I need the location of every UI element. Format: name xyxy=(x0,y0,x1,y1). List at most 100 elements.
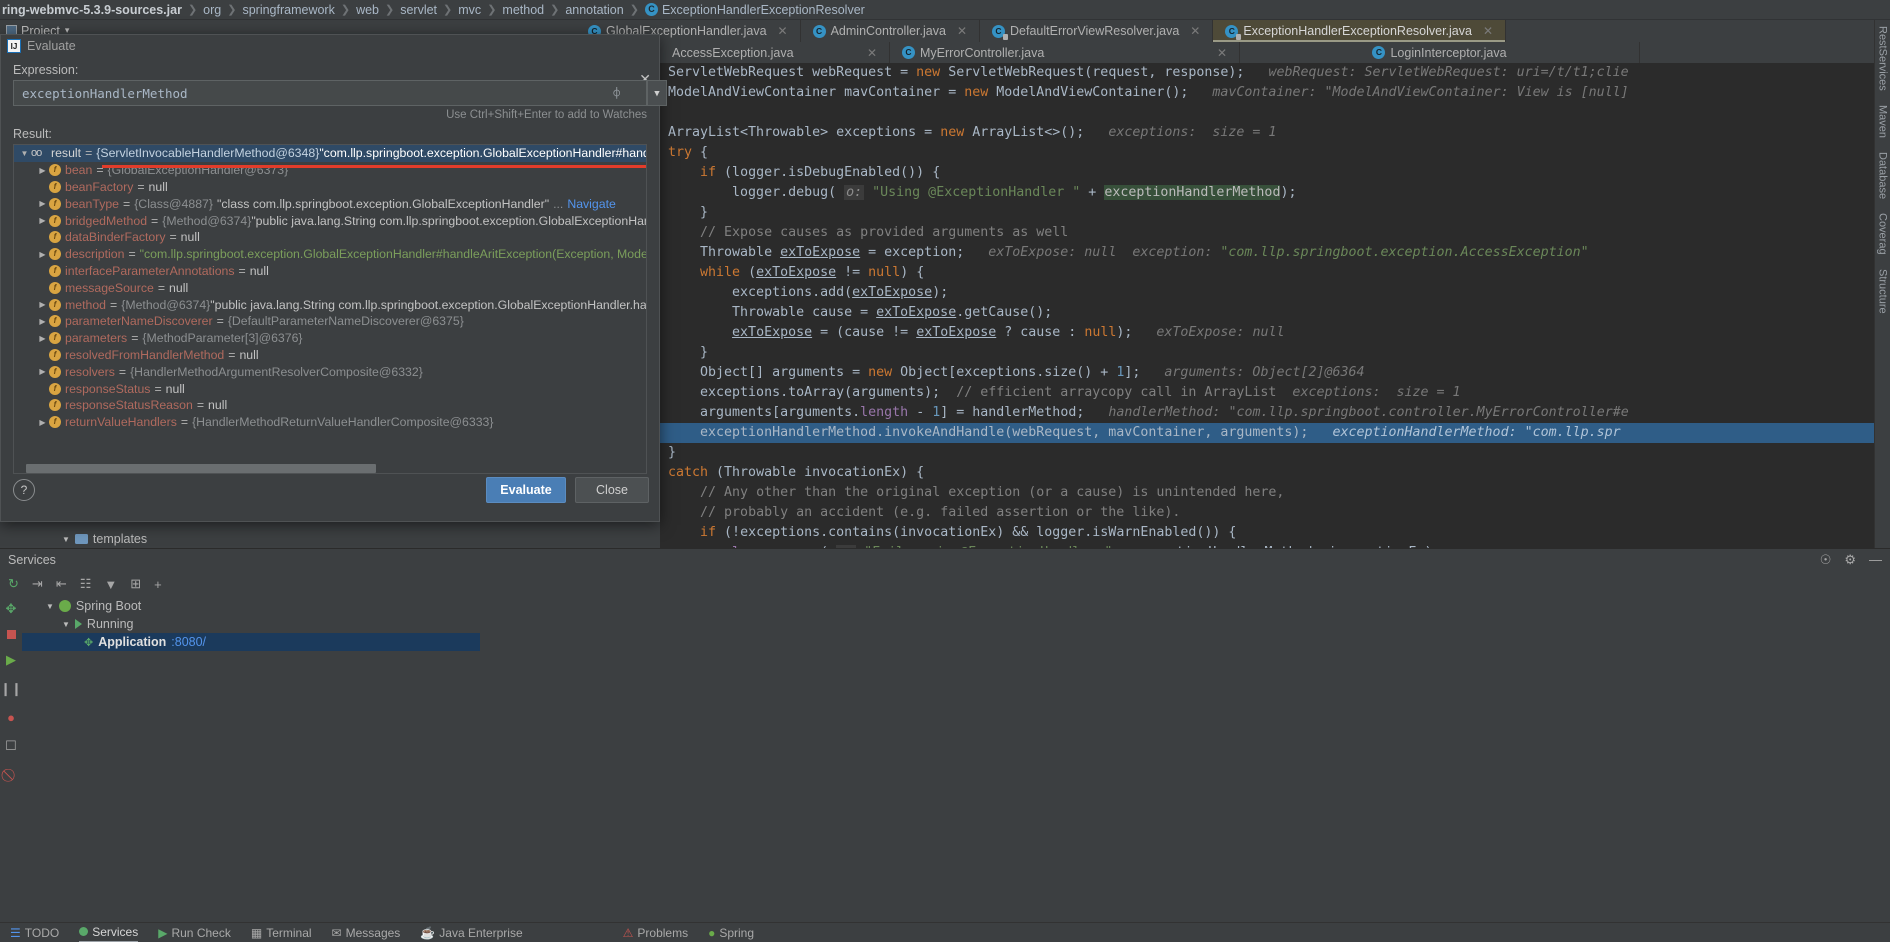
status-item-messages[interactable]: ✉ Messages xyxy=(332,926,401,940)
tab-default-error-view-resolver[interactable]: C DefaultErrorViewResolver.java ✕ xyxy=(980,20,1214,42)
expand-arrow-icon[interactable] xyxy=(36,250,49,259)
breadcrumb-item-servlet[interactable]: servlet xyxy=(400,3,437,17)
breadcrumb-item-web[interactable]: web xyxy=(356,3,379,17)
field-icon: f xyxy=(49,231,61,244)
expand-arrow-icon[interactable] xyxy=(36,166,49,175)
tab-exception-handler-exception-resolver[interactable]: C ExceptionHandlerExceptionResolver.java… xyxy=(1213,20,1507,42)
result-row-method[interactable]: f method = {Method@6374} "public java.la… xyxy=(14,296,646,313)
close-icon[interactable]: ✕ xyxy=(1190,24,1200,38)
result-row-responsestatusreason[interactable]: f responseStatusReason = null xyxy=(14,397,646,414)
rail-item-database[interactable]: Database xyxy=(1877,152,1889,199)
hide-icon[interactable]: — xyxy=(1869,552,1882,568)
expand-arrow-icon[interactable] xyxy=(36,300,49,309)
status-item-services[interactable]: Services xyxy=(79,923,139,942)
tab-admin-controller[interactable]: C AdminController.java ✕ xyxy=(801,20,980,42)
gear-icon[interactable]: ⚙ xyxy=(1844,552,1856,568)
camera-icon[interactable]: ☐ xyxy=(5,738,17,754)
expand-arrow-icon[interactable] xyxy=(18,149,31,158)
result-tree[interactable]: oo result = {ServletInvocableHandlerMeth… xyxy=(13,144,647,474)
collapse-all-icon[interactable]: ⇤ xyxy=(56,576,67,592)
expand-arrow-icon[interactable] xyxy=(36,418,49,427)
tab-my-error-controller[interactable]: C MyErrorController.java ✕ xyxy=(890,42,1240,63)
result-row-resolvedfromhandlermethod[interactable]: f resolvedFromHandlerMethod = null xyxy=(14,347,646,364)
breadcrumb-item-class[interactable]: ExceptionHandlerExceptionResolver xyxy=(662,3,865,17)
variable-name: result xyxy=(51,146,82,161)
expand-arrow-icon[interactable] xyxy=(36,367,49,376)
debug-icon[interactable]: ✥ xyxy=(6,601,17,617)
status-item-run-check[interactable]: ▶ Run Check xyxy=(158,926,231,940)
status-item-java-enterprise[interactable]: ☕ Java Enterprise xyxy=(420,926,522,940)
services-node-spring-boot[interactable]: ▼ Spring Boot xyxy=(22,597,480,615)
status-item-problems[interactable]: ⚠ Problems xyxy=(623,926,688,940)
result-row-bridgedmethod[interactable]: f bridgedMethod = {Method@6374} "public … xyxy=(14,212,646,229)
result-row-returnvaluehandlers[interactable]: f returnValueHandlers = {HandlerMethodRe… xyxy=(14,414,646,431)
close-icon[interactable]: ✕ xyxy=(1217,46,1227,60)
result-row-databinderfactory[interactable]: f dataBinderFactory = null xyxy=(14,229,646,246)
tree-node-templates[interactable]: ▼ templates xyxy=(0,530,660,548)
expand-icon[interactable]: ⌽ xyxy=(613,87,620,100)
filter-icon[interactable]: ▼ xyxy=(104,577,117,592)
result-row-resolvers[interactable]: f resolvers = {HandlerMethodArgumentReso… xyxy=(14,363,646,380)
expand-arrow-icon[interactable]: ▼ xyxy=(46,602,54,611)
services-icon xyxy=(79,927,89,936)
group-icon[interactable]: ☷ xyxy=(80,576,92,592)
expand-arrow-icon[interactable] xyxy=(36,216,49,225)
close-icon[interactable]: ✕ xyxy=(1483,24,1493,38)
expression-input[interactable]: exceptionHandlerMethod ⌽ ▼ xyxy=(13,80,667,106)
field-icon: f xyxy=(49,180,61,193)
rail-item-maven[interactable]: Maven xyxy=(1877,105,1889,138)
application-url-link[interactable]: :8080/ xyxy=(171,635,206,649)
expand-arrow-icon[interactable]: ▼ xyxy=(62,620,70,629)
result-row-interfaceparameterannotations[interactable]: f interfaceParameterAnnotations = null xyxy=(14,263,646,280)
services-header-icons: ☉ ⚙ — xyxy=(1820,552,1882,568)
close-icon[interactable]: ✕ xyxy=(957,24,967,38)
help-button[interactable]: ? xyxy=(13,479,35,501)
close-icon[interactable]: ✕ xyxy=(867,46,877,60)
status-item-todo[interactable]: ☰ TODO xyxy=(10,926,59,940)
result-row-messagesource[interactable]: f messageSource = null xyxy=(14,279,646,296)
rail-item-coverage[interactable]: Coverag xyxy=(1877,213,1889,255)
breadcrumb-item-method[interactable]: method xyxy=(502,3,544,17)
result-row-beantype[interactable]: f beanType = {Class@4887} "class com.llp… xyxy=(14,195,646,212)
breadcrumb-item-springframework[interactable]: springframework xyxy=(242,3,334,17)
stop-icon[interactable] xyxy=(6,630,16,639)
breadcrumb-item-annotation[interactable]: annotation xyxy=(565,3,623,17)
expand-arrow-icon[interactable] xyxy=(36,334,49,343)
result-row-responsestatus[interactable]: f responseStatus = null xyxy=(14,380,646,397)
breadcrumb-item-mvc[interactable]: mvc xyxy=(458,3,481,17)
tab-login-interceptor[interactable]: C LoginInterceptor.java xyxy=(1240,42,1640,63)
breadcrumb-item-jar[interactable]: ring-webmvc-5.3.9-sources.jar xyxy=(2,3,182,17)
breadcrumb-item-org[interactable]: org xyxy=(203,3,221,17)
expand-arrow-icon[interactable] xyxy=(36,199,49,208)
result-row-result[interactable]: oo result = {ServletInvocableHandlerMeth… xyxy=(14,145,646,162)
status-item-spring[interactable]: ● Spring xyxy=(708,926,754,940)
record-icon[interactable]: ● xyxy=(7,710,15,725)
variable-value: "class com.llp.springboot.exception.Glob… xyxy=(217,196,550,211)
resume-icon[interactable]: ▶ xyxy=(6,652,16,668)
expand-all-icon[interactable]: ⇥ xyxy=(32,576,43,592)
rail-item-structure[interactable]: Structure xyxy=(1877,269,1889,314)
result-row-description[interactable]: f description = "com.llp.springboot.exce… xyxy=(14,246,646,263)
navigate-link[interactable]: Navigate xyxy=(567,197,616,211)
code-editor[interactable]: ServletWebRequest webRequest = new Servl… xyxy=(660,63,1890,550)
services-node-application[interactable]: ✥ Application :8080/ xyxy=(22,633,480,651)
services-node-running[interactable]: ▼ Running xyxy=(22,615,480,633)
result-row-parameters[interactable]: f parameters = {MethodParameter[3]@6376} xyxy=(14,330,646,347)
close-button[interactable]: Close xyxy=(575,477,649,503)
result-row-parameternamediscoverer[interactable]: f parameterNameDiscoverer = {DefaultPara… xyxy=(14,313,646,330)
expand-arrow-icon[interactable] xyxy=(36,317,49,326)
add-tab-icon[interactable]: ⊞ xyxy=(130,576,141,592)
status-item-terminal[interactable]: ▦ Terminal xyxy=(251,926,312,940)
history-dropdown-icon[interactable]: ▼ xyxy=(647,80,667,106)
evaluate-button[interactable]: Evaluate xyxy=(486,477,566,503)
result-row-beanfactory[interactable]: f beanFactory = null xyxy=(14,179,646,196)
help-icon[interactable]: ☉ xyxy=(1820,552,1832,568)
pause-icon[interactable]: ❙❙ xyxy=(0,681,22,697)
rail-item-restservices[interactable]: RestServices xyxy=(1877,26,1889,91)
services-tree[interactable]: ▼ Spring Boot ▼ Running ✥ Application :8… xyxy=(22,597,480,942)
close-icon[interactable]: ✕ xyxy=(778,24,788,38)
add-icon[interactable]: + xyxy=(154,577,162,592)
evaluate-dialog[interactable]: IJ Evaluate ✕ Expression: exceptionHandl… xyxy=(0,34,667,522)
tab-access-exception[interactable]: AccessException.java ✕ xyxy=(660,42,890,63)
rerun-icon[interactable]: ↻ xyxy=(8,576,19,592)
